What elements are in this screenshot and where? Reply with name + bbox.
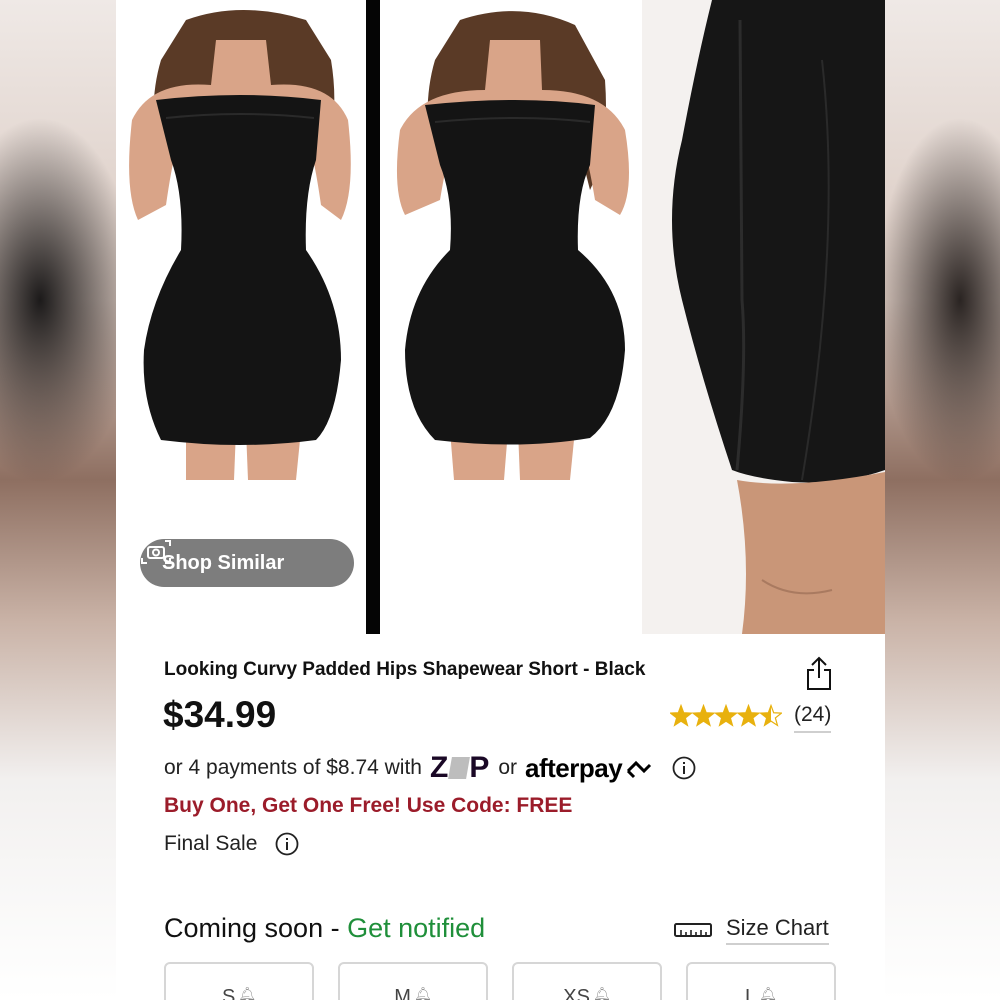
or-text: or [498, 756, 518, 779]
image-gallery[interactable]: Shop Similar [116, 0, 885, 634]
size-label: M [394, 986, 411, 1000]
gallery-divider [366, 0, 380, 634]
availability-separator: - [323, 913, 348, 943]
afterpay-logo-text: afterpay [525, 752, 623, 783]
size-option-l[interactable]: L 🔔︎ [686, 962, 836, 1000]
review-count-link[interactable]: (24) [794, 703, 832, 733]
final-sale-label: Final Sale [164, 832, 258, 855]
size-option-s[interactable]: S 🔔︎ [164, 962, 314, 1000]
star-icon [715, 705, 737, 726]
size-chart-label: Size Chart [726, 915, 829, 945]
coming-soon-label: Coming soon [164, 913, 324, 943]
star-icon [693, 705, 714, 726]
star-rating[interactable] [670, 704, 782, 728]
size-label: XS [563, 986, 590, 1000]
afterpay-arrows-icon [627, 760, 652, 779]
product-title: Looking Curvy Padded Hips Shapewear Shor… [164, 659, 646, 680]
bell-icon: 🔔︎ [238, 986, 257, 1000]
product-photo-side[interactable] [380, 0, 642, 634]
afterpay-logo[interactable]: afterpay [525, 753, 654, 784]
get-notified-link[interactable]: Get notified [347, 913, 485, 943]
info-icon[interactable] [672, 756, 696, 780]
star-icon [670, 705, 692, 726]
bell-icon: 🔔︎ [592, 986, 611, 1000]
promo-message: Buy One, Get One Free! Use Code: FREE [164, 794, 573, 817]
installment-text: or 4 payments of $8.74 with [164, 756, 422, 779]
size-label: L [745, 986, 757, 1000]
size-option-m[interactable]: M 🔔︎ [338, 962, 488, 1000]
shop-similar-label: Shop Similar [162, 551, 285, 574]
share-icon[interactable] [804, 656, 834, 692]
ruler-icon [674, 923, 712, 937]
product-price: $34.99 [163, 694, 277, 735]
star-icon [738, 705, 759, 726]
product-photo-detail[interactable] [642, 0, 885, 634]
size-selector: S 🔔︎ M 🔔︎ XS 🔔︎ L 🔔︎ [164, 962, 837, 1000]
shop-similar-button[interactable]: Shop Similar [140, 539, 354, 587]
size-chart-link[interactable]: Size Chart [674, 915, 829, 945]
final-sale-row: Final Sale [164, 832, 299, 856]
availability-row: Coming soon - Get notified [164, 913, 485, 944]
size-option-xs[interactable]: XS 🔔︎ [512, 962, 662, 1000]
info-icon[interactable] [275, 832, 299, 856]
zip-logo[interactable]: ZP [430, 751, 490, 785]
product-photo-front[interactable]: Shop Similar [116, 0, 366, 634]
installment-payments: or 4 payments of $8.74 with ZP or afterp… [164, 751, 696, 785]
bell-icon: 🔔︎ [759, 986, 777, 1000]
size-label: S [221, 986, 236, 1000]
camera-scan-icon [141, 540, 171, 564]
bell-icon: 🔔︎ [413, 986, 432, 1000]
product-card: Shop Similar Looking Curvy Padded Hips S… [116, 0, 885, 1000]
